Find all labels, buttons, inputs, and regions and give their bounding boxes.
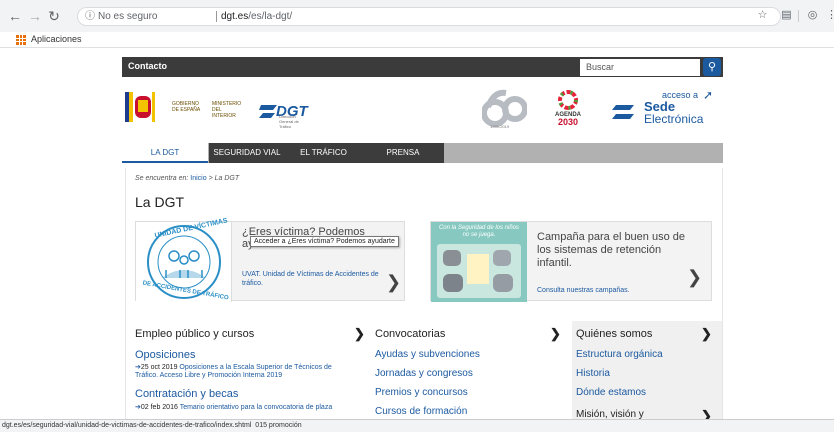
breadcrumb-separator: > [208,175,213,182]
news-date: 02 feb 2016 [140,404,178,411]
search-button[interactable]: ⚲ [703,58,721,76]
chevron-right-icon[interactable]: ❯ [701,326,712,342]
campaign-card-link[interactable]: Consulta nuestras campañas. [537,287,630,294]
quienes-link[interactable]: Misión, visión y [576,409,644,419]
menu-kebab-icon[interactable]: ⋮ [824,8,834,23]
sixty-anniversary-logo [482,89,527,127]
uvat-badge-image[interactable]: UNIDAD DE VÍCTIMAS DE ACCIDENTES DE TRÁF… [136,217,232,302]
browser-window: ← → ↻ ⓘ No es seguro dgt.es/es/la-dgt/ ☆… [0,0,834,432]
tooltip: Acceder a ¿Eres víctima? Podemos ayudart… [250,236,399,247]
sede-arrow-icon: ➚ [703,88,714,102]
sede-equals-icon [612,105,634,119]
contratacion-link[interactable]: Contratación y becas [135,388,238,400]
quienes-link[interactable]: Dónde estamos [576,387,646,398]
news-item[interactable]: ➔02 feb 2016 Temario orientativo para la… [135,404,355,412]
gobierno-label: GOBIERNO DE ESPAÑA [172,101,201,113]
search-icon: ⚲ [707,61,717,73]
brand-row: GOBIERNO DE ESPAÑA MINISTERIO DEL INTERI… [122,84,723,132]
tab-el-trafico[interactable]: EL TRÁFICO [285,143,362,163]
anniversary-years: 1959-2019 [490,124,510,129]
chrome-logo-icon[interactable]: ◎ [805,8,820,23]
convocatoria-link[interactable]: Ayudas y subvenciones [375,349,480,360]
col-empleo-title[interactable]: Empleo público y cursos [135,328,254,340]
apps-grid-icon[interactable] [16,35,26,45]
campaign-card-title[interactable]: Campaña para el buen uso de los sistemas… [537,231,697,270]
page-title: La DGT [135,194,185,210]
child-seat-illustration-icon [437,244,521,298]
main-content: Se encuentra en: Inicio > La DGT La DGT [125,168,723,419]
oposiciones-link[interactable]: Oposiciones [135,349,196,361]
forward-arrow-icon[interactable]: → [26,7,44,25]
convocatoria-link[interactable]: Jornadas y congresos [375,368,473,379]
tab-seguridad-vial[interactable]: SEGURIDAD VIAL [209,143,285,163]
bookmarks-bar: Aplicaciones [0,32,834,48]
search-input[interactable]: Buscar [580,59,700,76]
breadcrumb-current: La DGT [214,175,240,182]
back-arrow-icon[interactable]: ← [6,7,24,25]
breadcrumb-home[interactable]: Inicio [190,175,206,182]
main-nav: LA DGT SEGURIDAD VIAL EL TRÁFICO PRENSA [122,143,723,163]
quienes-link[interactable]: Historia [576,368,610,379]
status-suffix: 015 promoción [255,422,302,429]
reload-icon[interactable]: ↻ [45,7,63,25]
contact-link[interactable]: Contacto [128,61,167,71]
security-label: No es seguro [98,11,158,22]
news-text[interactable]: Temario orientativo para la convocatoria… [180,404,333,411]
url-separator [216,11,217,22]
victims-card[interactable]: UNIDAD DE VÍCTIMAS DE ACCIDENTES DE TRÁF… [135,217,405,302]
bookmark-apps[interactable]: Aplicaciones [31,34,82,44]
utility-bar: Contacto Buscar ⚲ [122,57,723,77]
status-url: dgt.es/es/seguridad-vial/unidad-de-victi… [2,422,252,429]
sede-sub-text: Electrónica [644,112,704,126]
spain-coat-of-arms-icon [125,92,155,122]
campaign-image[interactable]: Con la Seguridad de los niños no se jueg… [431,222,527,302]
dgt-subtitle: Dirección General de Tráfico [279,114,299,129]
tab-la-dgt[interactable]: LA DGT [122,143,208,163]
breadcrumb-prefix: Se encuentra en: [135,175,189,182]
quienes-link[interactable]: Estructura orgánica [576,349,663,360]
toolbar-divider [798,10,799,22]
chevron-right-icon[interactable]: ❯ [386,272,401,293]
chevron-right-icon[interactable]: ❯ [687,267,702,288]
victims-card-link[interactable]: UVAT. Unidad de Víctimas de Accidentes d… [242,270,392,288]
campaign-card[interactable]: Con la Seguridad de los niños no se jueg… [430,221,712,302]
chevron-right-icon[interactable]: ❯ [550,326,561,342]
news-date: 25 oct 2019 [140,364,178,371]
info-icon[interactable]: ⓘ [85,8,95,25]
tab-prensa[interactable]: PRENSA [362,143,444,163]
breadcrumb: Se encuentra en: Inicio > La DGT [135,175,239,182]
status-bar: dgt.es/es/seguridad-vial/unidad-de-victi… [0,419,834,432]
chevron-right-icon[interactable]: ❯ [701,408,712,419]
col-quienes-title[interactable]: Quiénes somos [576,328,652,340]
url-text: dgt.es/es/la-dgt/ [221,8,292,25]
sede-electronica-link[interactable]: acceso a ➚ Sede Electrónica [612,88,722,130]
campaign-banner-text: Con la Seguridad de los niños no se jueg… [438,225,520,238]
url-path: /es/la-dgt/ [248,11,293,22]
agenda-2030-logo: AGENDA 2030 [555,90,582,127]
agenda-year: 2030 [558,117,578,127]
news-item[interactable]: ➔25 oct 2019 Oposiciones a la Escala Sup… [135,364,355,380]
web-page: Contacto Buscar ⚲ GOBIERNO DE ESPAÑA MIN… [0,48,834,419]
star-icon[interactable]: ☆ [755,8,770,23]
convocatoria-link[interactable]: Cursos de formación [375,406,467,417]
chevron-right-icon[interactable]: ❯ [354,326,365,342]
address-bar: ← → ↻ ⓘ No es seguro dgt.es/es/la-dgt/ ☆… [0,0,834,32]
url-host: dgt.es [221,11,249,22]
url-field[interactable]: ⓘ No es seguro dgt.es/es/la-dgt/ [77,7,781,26]
convocatoria-link[interactable]: Premios y concursos [375,387,468,398]
ministerio-label: MINISTERIO DEL INTERIOR [212,101,242,119]
extension-icon[interactable]: ▤ [779,8,794,23]
col-convocatorias-title[interactable]: Convocatorias [375,328,445,340]
